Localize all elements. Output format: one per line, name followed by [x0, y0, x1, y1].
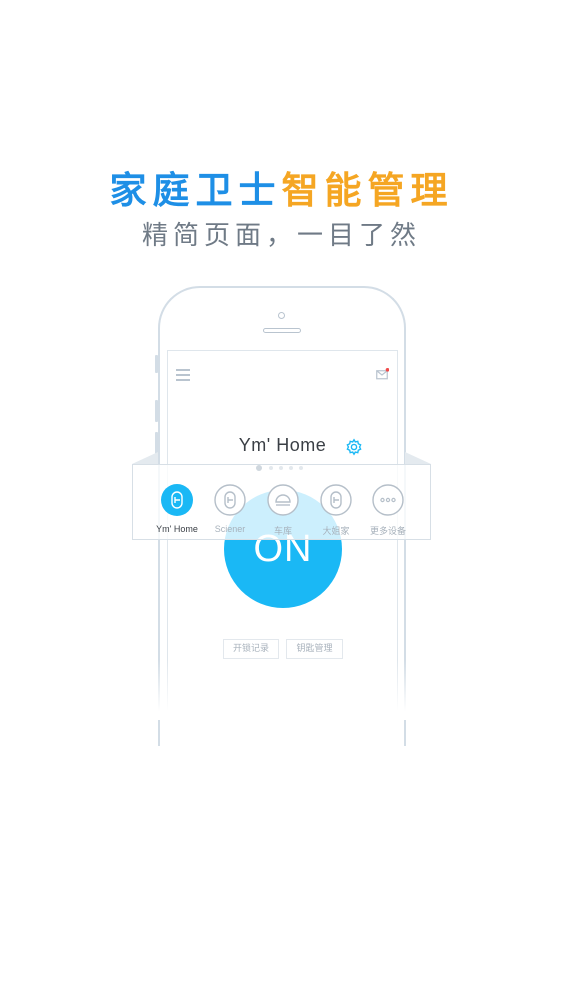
garage-icon	[267, 484, 299, 516]
device-sciener[interactable]: Sciener	[202, 484, 258, 534]
mail-icon[interactable]	[376, 368, 389, 380]
device-label: Sciener	[214, 524, 246, 534]
menu-icon[interactable]	[176, 369, 190, 381]
bar-fold-right	[405, 452, 431, 464]
device-label: Ym' Home	[156, 524, 198, 534]
headline-part-2: 智能管理	[281, 169, 454, 212]
device-garage[interactable]: 车库	[255, 484, 311, 537]
phone-volume-down	[155, 432, 158, 454]
promo-page: 家庭卫士智能管理 精简页面，一目了然 Ym' Home ON 开锁记录 钥匙管理	[0, 0, 563, 1001]
device-label: 车库	[273, 526, 292, 536]
more-icon	[372, 484, 404, 516]
headline-part-1: 家庭卫士	[109, 169, 282, 212]
phone-side-button	[155, 355, 158, 373]
lock-icon	[214, 484, 246, 516]
phone-volume-up	[155, 400, 158, 422]
lock-icon	[161, 484, 193, 516]
headline: 家庭卫士智能管理	[0, 168, 563, 214]
device-more[interactable]: 更多设备	[360, 484, 416, 537]
lock-icon	[320, 484, 352, 516]
bar-fold-left	[132, 452, 158, 464]
page-indicator	[256, 465, 303, 471]
unlock-log-button[interactable]: 开锁记录	[223, 639, 279, 659]
speaker-icon	[263, 328, 301, 333]
phone-fade	[150, 660, 416, 720]
device-label: 更多设备	[369, 526, 406, 536]
device-label: 大姐家	[322, 526, 350, 536]
key-manage-button[interactable]: 钥匙管理	[286, 639, 343, 659]
device-sister-home[interactable]: 大姐家	[308, 484, 364, 537]
camera-icon	[278, 312, 285, 319]
subheadline: 精简页面，一目了然	[141, 221, 421, 251]
device-ym-home[interactable]: Ym' Home	[149, 484, 205, 534]
